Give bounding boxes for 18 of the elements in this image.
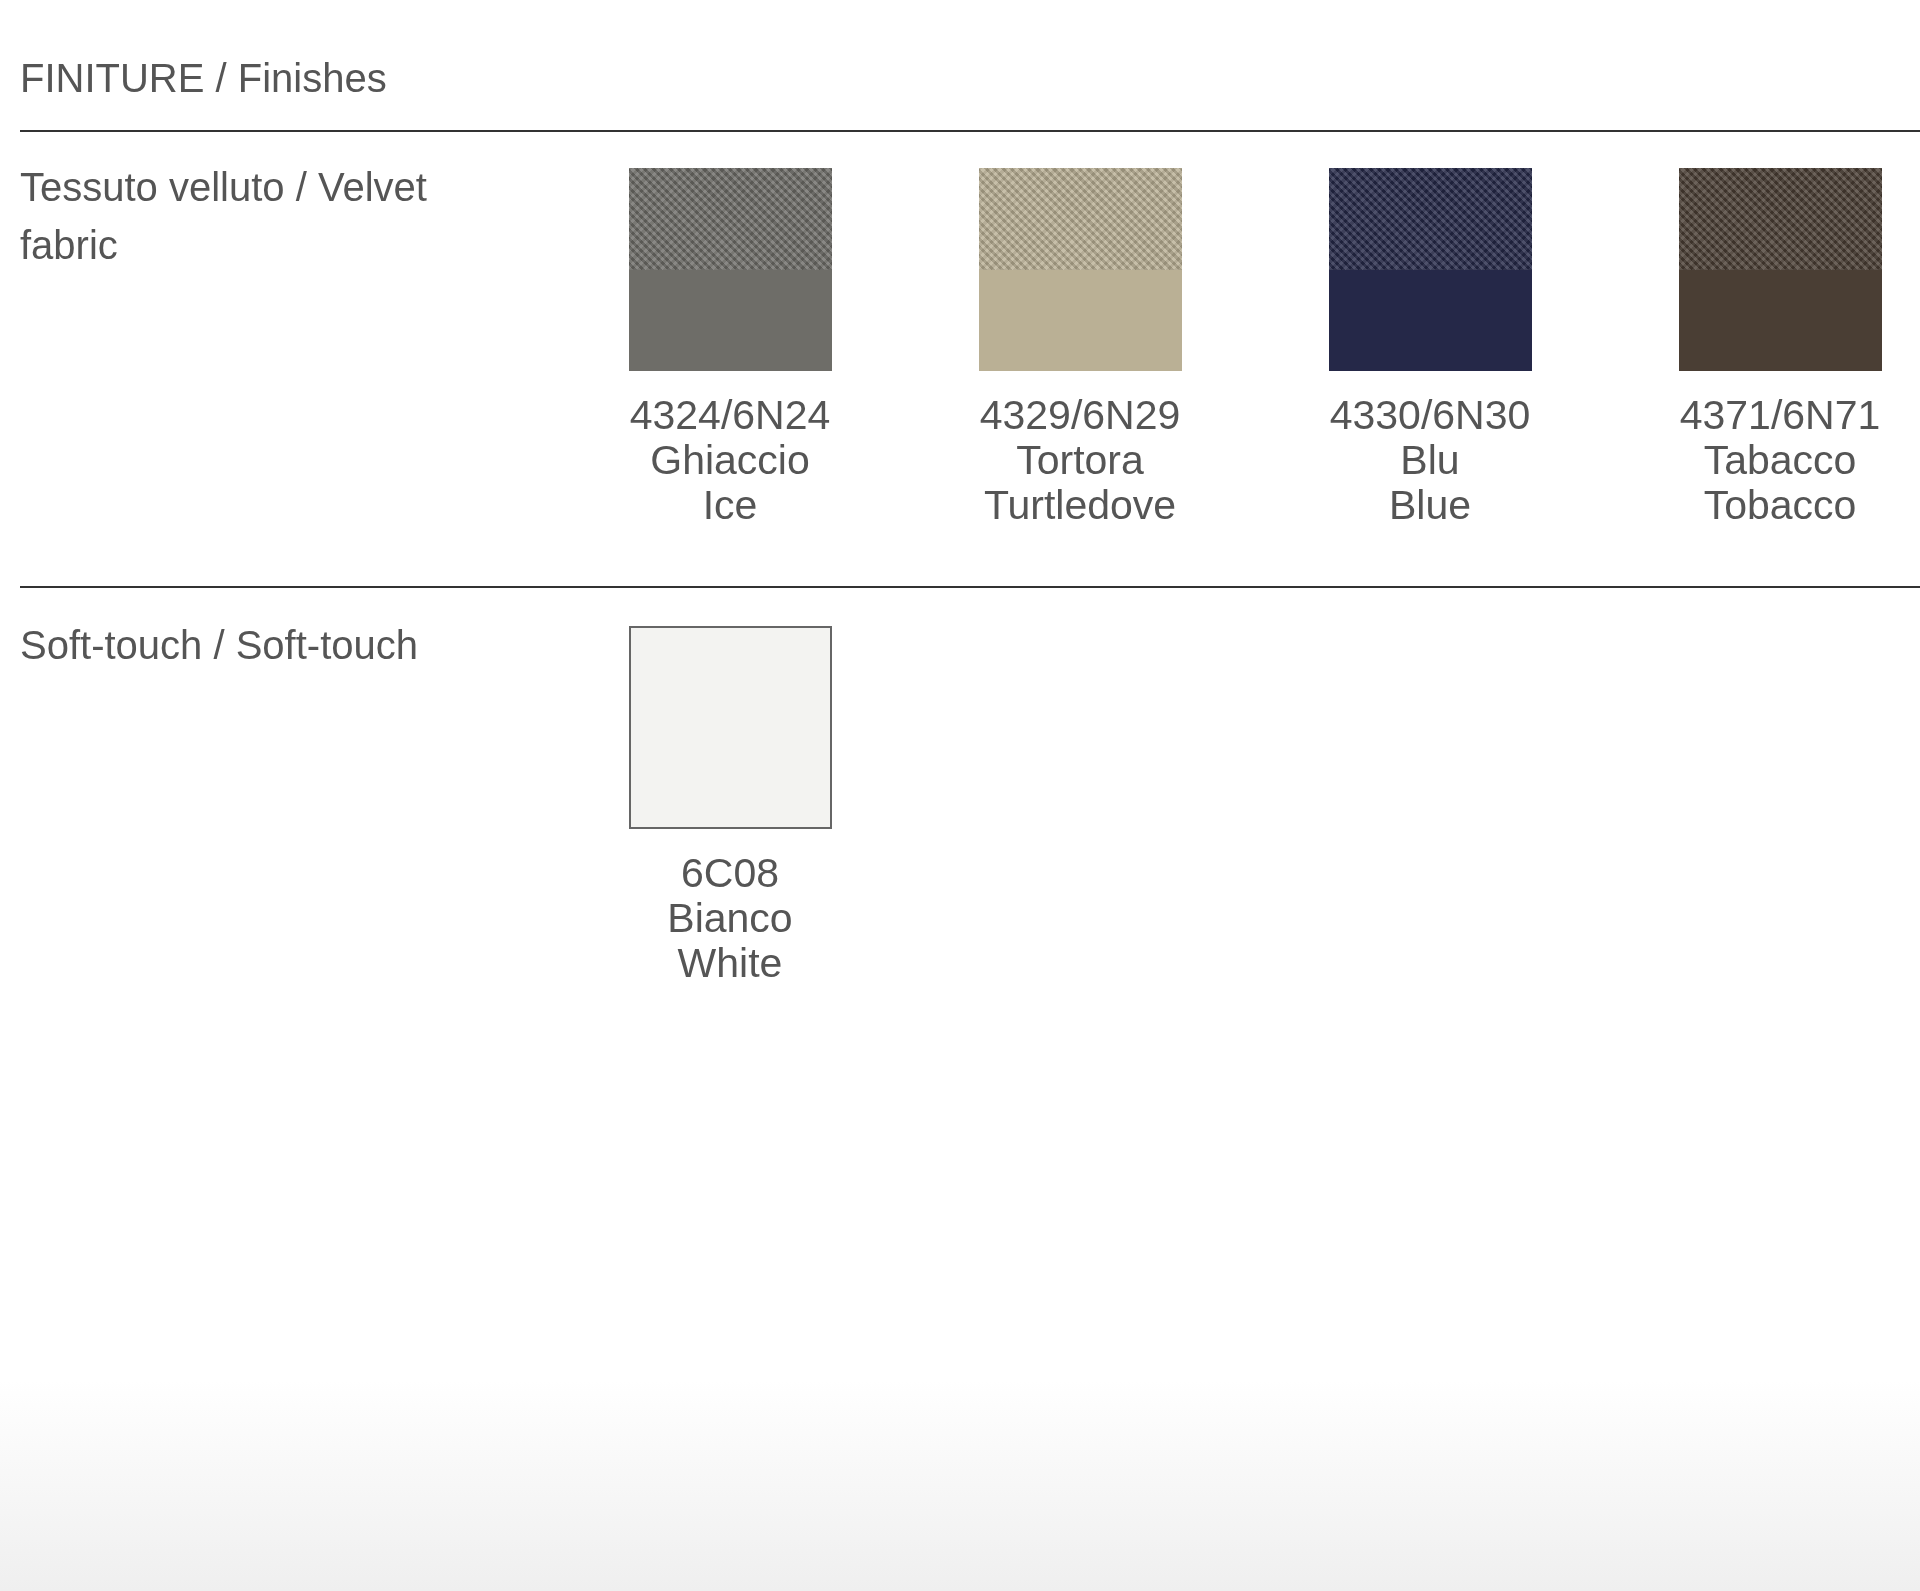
swatch-name: Tortora [1016,438,1144,483]
swatch-name: Ghiaccio [650,438,810,483]
swatch-name: Tobacco [1703,483,1857,528]
swatch-code: 4329/6N29 [979,393,1181,438]
swatch-name: Blue [1388,483,1472,528]
swatch-name: Turtledove [983,483,1177,528]
swatch-code: 4330/6N30 [1329,393,1531,438]
swatch-code: 6C08 [681,851,779,896]
swatch-code: 4371/6N71 [1679,393,1881,438]
swatch-name: Tabacco [1703,438,1857,483]
swatch-name: Bianco [667,896,793,941]
finish-category-label: Soft-touch / Soft-touch [20,622,419,669]
swatch-name: Ice [702,483,758,528]
swatch-code: 4324/6N24 [629,393,831,438]
swatch-name: Blu [1400,438,1460,483]
finish-category-label: Tessuto velluto / Velvet fabric [20,164,428,269]
page-title: FINITURE / Finishes [20,55,388,102]
swatch-name: White [677,941,783,986]
